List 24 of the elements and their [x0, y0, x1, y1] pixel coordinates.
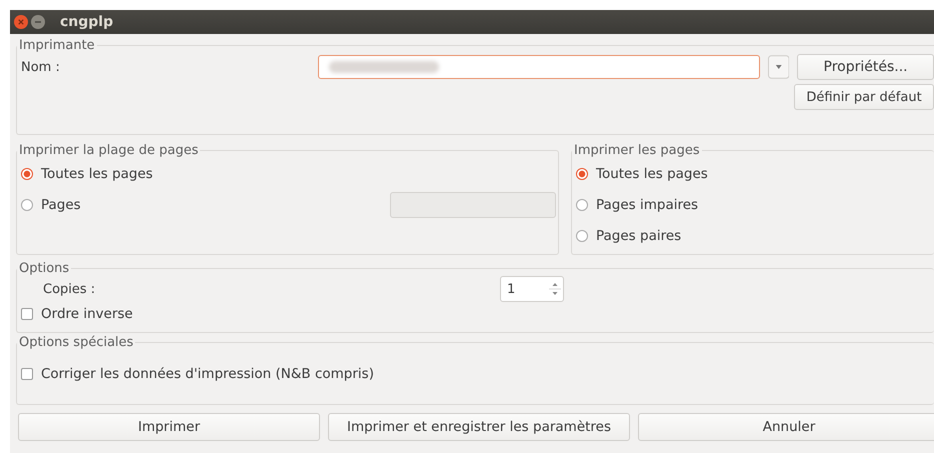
name-label: Nom : — [21, 60, 61, 74]
radio-option[interactable]: Toutes les pages — [21, 166, 153, 182]
group-legend: Imprimante — [17, 38, 97, 53]
radio-option[interactable]: Pages paires — [576, 228, 682, 244]
printer-dropdown[interactable] — [318, 55, 760, 79]
window-title: cngplp — [60, 14, 114, 30]
dialog-button[interactable]: Imprimer et enregistrer les paramètres — [328, 413, 630, 441]
group-legend: Options spéciales — [17, 335, 136, 350]
copies-label: Copies : — [42, 282, 96, 296]
dialog-button[interactable]: Annuler — [638, 413, 934, 441]
radio-option[interactable]: Pages impaires — [576, 196, 698, 212]
checkbox-option[interactable]: Corriger les données d'impression (N&B compris) — [21, 362, 374, 386]
checkbox-option[interactable]: Ordre inverse — [21, 302, 133, 326]
group-legend: Options — [17, 261, 72, 276]
set-default-button[interactable]: Définir par défaut — [794, 84, 934, 110]
radio-option[interactable]: Pages — [21, 196, 81, 212]
group-legend: Imprimer les pages — [572, 143, 702, 158]
minimize-icon[interactable] — [31, 15, 45, 29]
group-legend: Imprimer la plage de pages — [17, 143, 200, 158]
copies-spinbox[interactable]: 1 — [500, 276, 564, 302]
radio-option[interactable]: Toutes les pages — [576, 166, 708, 182]
dialog-button[interactable]: Imprimer — [18, 413, 320, 441]
properties-button[interactable]: Propriétés... — [797, 54, 934, 80]
close-icon[interactable] — [14, 15, 28, 29]
